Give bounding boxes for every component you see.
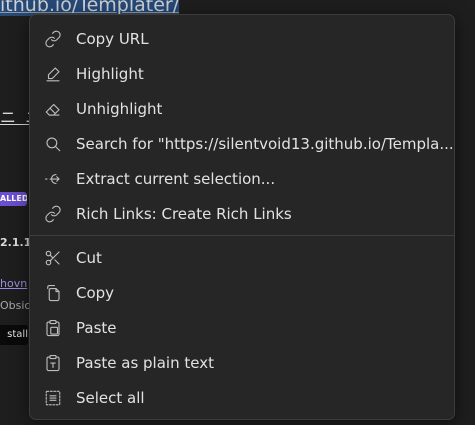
menu-item-paste-plain-text[interactable]: Paste as plain text: [30, 345, 454, 380]
menu-item-rich-links[interactable]: Rich Links: Create Rich Links: [30, 196, 454, 231]
eraser-icon: [44, 100, 62, 118]
menu-item-label: Cut: [76, 248, 102, 267]
menu-item-label: Highlight: [76, 64, 144, 83]
link-icon: [44, 205, 62, 223]
menu-item-label: Copy: [76, 283, 115, 302]
clipboard-text-icon: [44, 354, 62, 372]
menu-item-copy-url[interactable]: Copy URL: [30, 21, 454, 56]
menu-item-paste[interactable]: Paste: [30, 310, 454, 345]
menu-item-label: Unhighlight: [76, 99, 163, 118]
menu-item-cut[interactable]: Cut: [30, 240, 454, 275]
menu-item-label: Copy URL: [76, 29, 149, 48]
menu-item-search-for[interactable]: Search for "https://silentvoid13.github.…: [30, 126, 454, 161]
link-icon: [44, 30, 62, 48]
installed-badge: ALLED: [0, 192, 27, 206]
menu-item-extract-selection[interactable]: Extract current selection...: [30, 161, 454, 196]
menu-separator: [30, 235, 454, 236]
copy-icon: [44, 284, 62, 302]
select-all-icon: [44, 389, 62, 407]
clipboard-icon: [44, 319, 62, 337]
menu-item-label: Paste as plain text: [76, 353, 214, 372]
install-button[interactable]: stall: [0, 325, 28, 345]
scissors-icon: [44, 249, 62, 267]
highlighter-icon: [44, 65, 62, 83]
menu-item-select-all[interactable]: Select all: [30, 380, 454, 415]
menu-item-label: Select all: [76, 388, 145, 407]
context-menu: Copy URL Highlight Unhighlight Search fo…: [29, 14, 455, 420]
menu-item-copy[interactable]: Copy: [30, 275, 454, 310]
search-icon: [44, 135, 62, 153]
extract-icon: [44, 170, 62, 188]
menu-item-label: Rich Links: Create Rich Links: [76, 204, 292, 223]
menu-item-label: Paste: [76, 318, 117, 337]
menu-item-unhighlight[interactable]: Unhighlight: [30, 91, 454, 126]
author-link[interactable]: hovn: [0, 277, 27, 290]
obsidian-text: Obsic: [0, 299, 31, 312]
menu-item-label: Search for "https://silentvoid13.github.…: [76, 134, 454, 153]
menu-item-label: Extract current selection...: [76, 169, 276, 188]
menu-item-highlight[interactable]: Highlight: [30, 56, 454, 91]
